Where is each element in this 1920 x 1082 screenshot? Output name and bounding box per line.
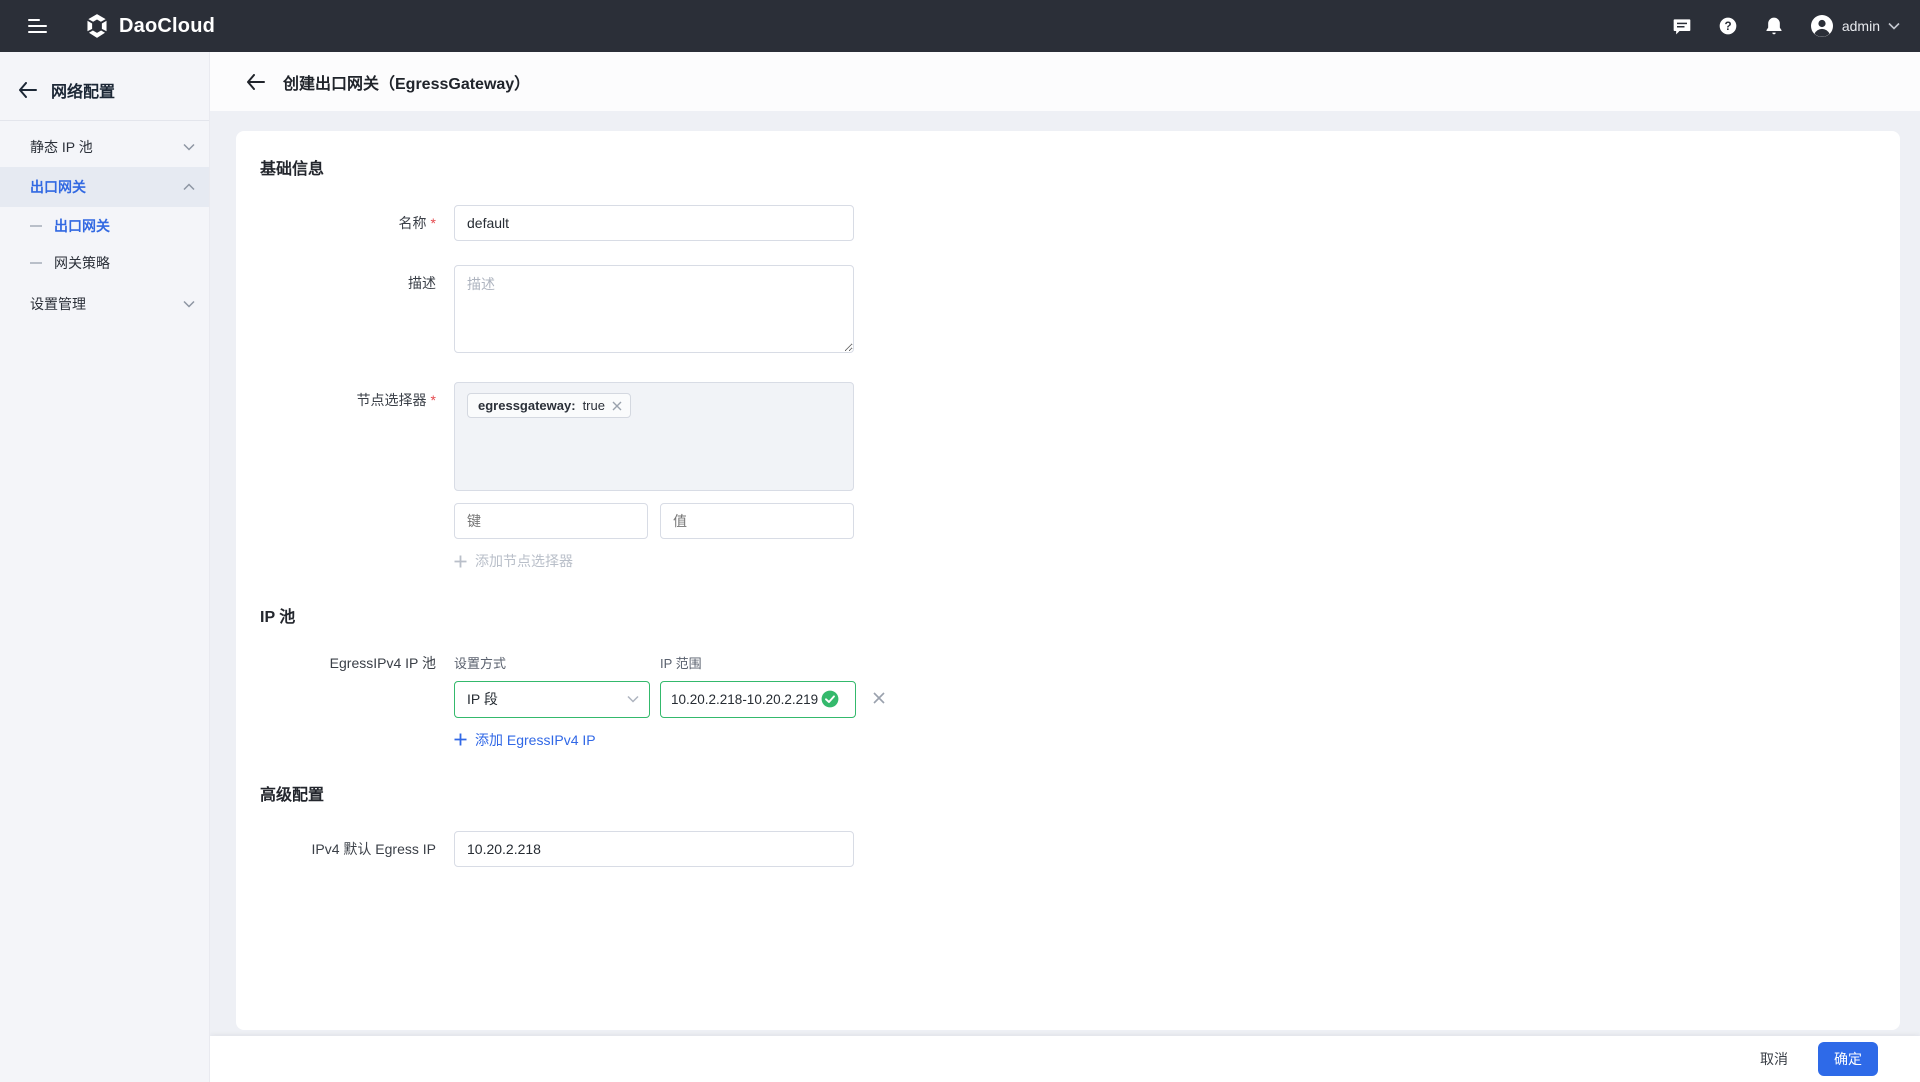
default-egress-ip-row: IPv4 默认 Egress IP <box>260 831 1876 867</box>
default-egress-ip-label: IPv4 默认 Egress IP <box>260 831 436 867</box>
description-textarea[interactable] <box>454 265 854 353</box>
section-advanced: 高级配置 <box>260 781 1876 805</box>
remove-ip-row-icon[interactable] <box>872 691 886 705</box>
plus-icon <box>454 733 467 746</box>
content: 基础信息 名称* 描述 <box>210 111 1920 1082</box>
node-selector-tagbox[interactable]: egressgateway: true <box>454 382 854 491</box>
tag-close-icon[interactable] <box>612 401 622 411</box>
page-title: 创建出口网关（EgressGateway） <box>283 70 530 94</box>
node-selector-label: 节点选择器* <box>260 382 436 573</box>
brand-name: DaoCloud <box>119 15 215 38</box>
ip-pool-label: EgressIPv4 IP 池 <box>260 653 436 752</box>
add-node-selector-button[interactable]: 添加节点选择器 <box>454 551 573 571</box>
dash-icon <box>30 225 42 227</box>
sidebar: 网络配置 静态 IP 池 出口网关 出口网关 网关策略 设置管理 <box>0 52 210 1082</box>
valid-check-icon <box>821 690 839 708</box>
section-ip-pool: IP 池 <box>260 603 1876 627</box>
ip-pool-row: EgressIPv4 IP 池 设置方式 IP 段 <box>260 653 1876 752</box>
svg-text:?: ? <box>1724 20 1731 33</box>
description-label: 描述 <box>260 265 436 358</box>
user-chevron-down-icon <box>1888 22 1900 30</box>
required-marker: * <box>431 215 436 231</box>
bell-icon[interactable] <box>1764 16 1784 36</box>
help-icon[interactable]: ? <box>1718 16 1738 36</box>
page-header: 创建出口网关（EgressGateway） <box>210 52 1920 111</box>
name-label: 名称* <box>260 205 436 241</box>
sidebar-item-settings[interactable]: 设置管理 <box>0 284 209 324</box>
node-selector-row: 节点选择器* egressgateway: true <box>260 382 1876 573</box>
user-menu[interactable]: admin <box>1810 14 1900 38</box>
username: admin <box>1842 18 1880 34</box>
ip-range-input[interactable] <box>671 692 821 707</box>
sidebar-item-static-ip-pool[interactable]: 静态 IP 池 <box>0 127 209 167</box>
method-header: 设置方式 <box>454 653 650 672</box>
add-egress-ipv4-button[interactable]: 添加 EgressIPv4 IP <box>454 730 596 750</box>
brand: DaoCloud <box>84 13 215 39</box>
chevron-down-icon <box>183 143 195 151</box>
description-row: 描述 <box>260 265 1876 358</box>
selector-value-input[interactable] <box>660 503 854 539</box>
dash-icon <box>30 262 42 264</box>
section-basic-info: 基础信息 <box>260 155 1876 179</box>
sidebar-divider <box>0 120 209 121</box>
confirm-button[interactable]: 确定 <box>1818 1042 1878 1076</box>
ip-range-field <box>660 681 856 718</box>
page-back-icon[interactable] <box>246 74 265 90</box>
range-header: IP 范围 <box>660 653 856 672</box>
required-marker: * <box>431 392 436 408</box>
footer-bar: 取消 确定 <box>210 1036 1920 1082</box>
name-input[interactable] <box>454 205 854 241</box>
default-egress-ip-input[interactable] <box>454 831 854 867</box>
name-row: 名称* <box>260 205 1876 241</box>
chevron-down-icon <box>183 300 195 308</box>
ip-method-select[interactable]: IP 段 <box>454 681 650 718</box>
sidebar-back-icon[interactable] <box>18 82 37 98</box>
sidebar-subitem-egress-gateway[interactable]: 出口网关 <box>0 207 209 244</box>
cancel-button[interactable]: 取消 <box>1760 1049 1788 1069</box>
chevron-up-icon <box>183 183 195 191</box>
main-area: 创建出口网关（EgressGateway） 基础信息 名称* 描述 <box>210 52 1920 1082</box>
daocloud-logo-icon <box>84 13 110 39</box>
select-chevron-down-icon <box>627 695 639 703</box>
topbar: DaoCloud ? <box>0 0 1920 52</box>
node-selector-tag: egressgateway: true <box>467 393 631 418</box>
sidebar-title: 网络配置 <box>51 78 115 102</box>
chat-icon[interactable] <box>1672 16 1692 36</box>
sidebar-item-egress-gateway-group[interactable]: 出口网关 <box>0 167 209 207</box>
plus-icon <box>454 555 467 568</box>
user-avatar-icon <box>1810 14 1834 38</box>
form-card: 基础信息 名称* 描述 <box>236 131 1900 1030</box>
sidebar-subitem-gateway-policy[interactable]: 网关策略 <box>0 244 209 281</box>
hamburger-menu-icon[interactable] <box>28 19 48 33</box>
selector-key-input[interactable] <box>454 503 648 539</box>
